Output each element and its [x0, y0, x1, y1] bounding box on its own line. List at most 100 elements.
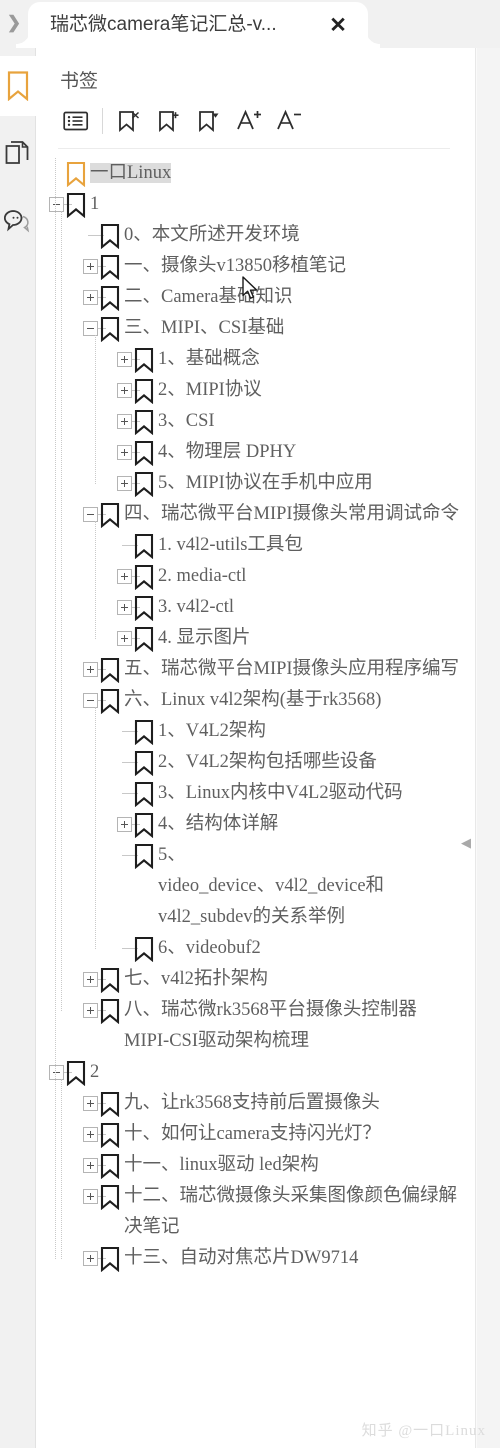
tree-item[interactable]: 五、瑞芯微平台MIPI摄像头应用程序编写	[36, 654, 476, 685]
tree-item[interactable]: 1	[36, 189, 476, 220]
collapse-icon[interactable]	[82, 499, 106, 530]
expand-icon[interactable]	[82, 654, 106, 685]
font-decrease-icon[interactable]	[269, 101, 309, 141]
tree-item[interactable]: 3、Linux内核中V4L2驱动代码	[36, 778, 476, 809]
expand-icon[interactable]	[116, 592, 140, 623]
tree-item[interactable]: 四、瑞芯微平台MIPI摄像头常用调试命令	[36, 499, 476, 530]
tree-item[interactable]: 十三、自动对焦芯片DW9714	[36, 1243, 476, 1274]
tree-item-label: 四、瑞芯微平台MIPI摄像头常用调试命令	[124, 504, 460, 524]
tree-item[interactable]: 三、MIPI、CSI基础	[36, 313, 476, 344]
expand-icon[interactable]	[82, 251, 106, 282]
tree-item[interactable]: 2、V4L2架构包括哪些设备	[36, 747, 476, 778]
tree-item-label: 4、结构体详解	[158, 814, 279, 834]
bookmark-icon	[66, 189, 90, 220]
expand-icon[interactable]	[82, 1088, 106, 1119]
tree-leaf-connector	[116, 840, 138, 871]
toolbar-separator	[102, 108, 103, 134]
tree-item[interactable]: 一口Linux	[36, 158, 476, 189]
tree-item-label: 1、V4L2架构	[158, 721, 266, 741]
bookmark-delete-icon[interactable]	[109, 101, 149, 141]
tree-item-label: 七、v4l2拓扑架构	[124, 969, 268, 989]
tree-item[interactable]: 5、 video_device、v4l2_device和v4l2_subdev的关…	[36, 840, 476, 933]
collapse-icon[interactable]	[82, 313, 106, 344]
tree-item-label: 2. media-ctl	[158, 566, 247, 586]
tree-guide-line	[61, 1079, 62, 1259]
bookmark-icon	[100, 1243, 124, 1274]
bookmark-icon	[100, 1119, 124, 1150]
bookmark-icon	[134, 778, 158, 809]
bookmark-icon	[100, 313, 124, 344]
tree-item-label: 2、MIPI协议	[158, 380, 262, 400]
tree-leaf-connector	[82, 220, 104, 251]
collapse-icon[interactable]	[82, 685, 106, 716]
tree-item-label: 2	[90, 1062, 100, 1082]
tree-item[interactable]: 4、物理层 DPHY	[36, 437, 476, 468]
expand-icon[interactable]	[82, 995, 106, 1026]
expand-icon[interactable]	[116, 406, 140, 437]
rail-item-comments[interactable]	[0, 192, 36, 252]
tree-item[interactable]: 6、videobuf2	[36, 933, 476, 964]
bookmark-icon	[100, 1150, 124, 1181]
expand-icon[interactable]	[82, 964, 106, 995]
tree-item[interactable]: 2	[36, 1057, 476, 1088]
bookmark-icon	[134, 623, 158, 654]
tree-item-label: 1. v4l2-utils工具包	[158, 535, 303, 555]
expand-icon[interactable]	[116, 561, 140, 592]
collapse-icon[interactable]	[48, 1057, 72, 1088]
collapse-icon[interactable]	[48, 189, 72, 220]
tree-item[interactable]: 七、v4l2拓扑架构	[36, 964, 476, 995]
bookmark-menu-icon[interactable]	[189, 101, 229, 141]
tree-item[interactable]: 十二、瑞芯微摄像头采集图像颜色偏绿解决笔记	[36, 1181, 476, 1243]
tree-item[interactable]: 0、本文所述开发环境	[36, 220, 476, 251]
close-icon[interactable]: ✕	[326, 13, 350, 37]
tree-item[interactable]: 八、瑞芯微rk3568平台摄像头控制器MIPI-CSI驱动架构梳理	[36, 995, 476, 1057]
expand-icon[interactable]	[82, 1243, 106, 1274]
expand-icon[interactable]	[116, 437, 140, 468]
tree-item[interactable]: 九、让rk3568支持前后置摄像头	[36, 1088, 476, 1119]
expand-icon[interactable]	[116, 468, 140, 499]
bookmark-tree[interactable]: 一口Linux 1 0、本文所述开发环境 一、摄像头v13850移植笔记 二、Camer…	[36, 158, 476, 1448]
chevron-left-icon[interactable]: ◀	[459, 828, 473, 858]
tree-item[interactable]: 4. 显示图片	[36, 623, 476, 654]
bookmark-icon	[100, 499, 124, 530]
comment-icon	[4, 208, 32, 236]
tree-item[interactable]: 十一、linux驱动 led架构	[36, 1150, 476, 1181]
expand-icon[interactable]	[116, 809, 140, 840]
tree-item[interactable]: 十、如何让camera支持闪光灯？	[36, 1119, 476, 1150]
bookmark-icon	[134, 592, 158, 623]
tree-item[interactable]: 1、基础概念	[36, 344, 476, 375]
tree-item-label: 五、瑞芯微平台MIPI摄像头应用程序编写	[124, 659, 460, 679]
list-view-icon[interactable]	[56, 101, 96, 141]
expand-icon[interactable]	[82, 1119, 106, 1150]
tree-item-label: 0、本文所述开发环境	[124, 225, 300, 245]
bookmark-icon	[134, 716, 158, 747]
tree-item[interactable]: 3. v4l2-ctl	[36, 592, 476, 623]
expand-icon[interactable]	[82, 282, 106, 313]
bookmark-add-icon[interactable]	[149, 101, 189, 141]
tree-item[interactable]: 2、MIPI协议	[36, 375, 476, 406]
tree-item[interactable]: 5、MIPI协议在手机中应用	[36, 468, 476, 499]
bookmark-icon	[7, 71, 29, 101]
expand-icon[interactable]	[116, 375, 140, 406]
tree-item[interactable]: 2. media-ctl	[36, 561, 476, 592]
font-increase-icon[interactable]	[229, 101, 269, 141]
tree-item[interactable]: 1、V4L2架构	[36, 716, 476, 747]
tree-item[interactable]: 1. v4l2-utils工具包	[36, 530, 476, 561]
tree-item[interactable]: 六、Linux v4l2架构(基于rk3568)	[36, 685, 476, 716]
bookmark-icon	[100, 685, 124, 716]
expand-icon[interactable]	[116, 344, 140, 375]
rail-item-bookmarks[interactable]	[0, 56, 36, 116]
left-icon-rail	[0, 48, 36, 1448]
tree-item-label: 2、V4L2架构包括哪些设备	[158, 752, 377, 772]
bookmark-icon	[66, 158, 90, 189]
tree-item[interactable]: 3、CSI	[36, 406, 476, 437]
bookmark-icon	[134, 375, 158, 406]
expand-icon[interactable]	[82, 1181, 106, 1212]
tree-item-label: 九、让rk3568支持前后置摄像头	[124, 1093, 380, 1113]
rail-item-pages[interactable]	[0, 124, 36, 184]
expand-icon[interactable]	[116, 623, 140, 654]
expand-icon[interactable]	[82, 1150, 106, 1181]
tree-item[interactable]: 4、结构体详解	[36, 809, 476, 840]
page-thumbnail-icon	[5, 139, 31, 169]
document-tab[interactable]: 瑞芯微camera笔记汇总-v... ✕	[28, 2, 368, 48]
